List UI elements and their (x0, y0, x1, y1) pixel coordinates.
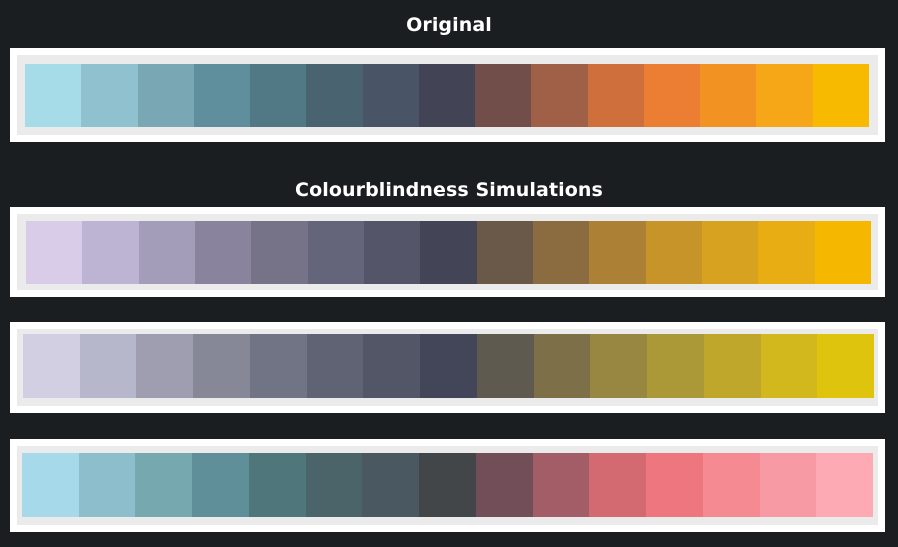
color-swatch (249, 334, 307, 398)
color-swatch (138, 221, 195, 284)
color-swatch (23, 334, 80, 398)
colourblindness-simulations-heading: Colourblindness Simulations (295, 179, 603, 201)
color-swatch (756, 64, 813, 127)
color-swatch (363, 334, 421, 398)
color-swatch (589, 453, 647, 517)
color-swatch (420, 221, 477, 284)
color-swatch (251, 221, 308, 284)
color-swatch (645, 221, 702, 284)
color-swatch (193, 334, 250, 398)
color-swatch (306, 334, 364, 398)
original-palette-card (10, 48, 885, 142)
simulation-3-palette-card (10, 439, 885, 532)
simulation-1-palette-card (10, 207, 885, 297)
color-swatch (643, 64, 701, 127)
color-swatch (533, 334, 591, 398)
color-swatch (759, 453, 817, 517)
color-swatch (79, 334, 137, 398)
color-swatch (701, 221, 759, 284)
color-swatch (816, 453, 874, 517)
color-swatch (475, 64, 532, 127)
original-heading: Original (406, 14, 492, 36)
color-swatch (702, 453, 760, 517)
color-swatch (363, 221, 421, 284)
color-swatch (137, 64, 194, 127)
color-swatch (194, 221, 252, 284)
color-swatch (703, 334, 761, 398)
color-swatch (81, 64, 138, 127)
color-swatch (419, 453, 476, 517)
color-swatch (305, 453, 363, 517)
simulation-1-swatch-row (26, 221, 871, 284)
color-swatch (362, 64, 419, 127)
color-swatch (758, 221, 815, 284)
color-swatch (26, 221, 83, 284)
color-swatch (760, 334, 818, 398)
color-swatch (78, 453, 136, 517)
simulation-3-swatch-row (22, 453, 874, 517)
original-swatch-row (25, 64, 869, 127)
color-swatch (476, 221, 533, 284)
color-swatch (82, 221, 139, 284)
color-swatch (475, 453, 533, 517)
color-swatch (700, 64, 757, 127)
color-swatch (250, 64, 307, 127)
color-swatch (25, 64, 82, 127)
color-swatch (418, 64, 476, 127)
simulation-2-palette-card (10, 322, 885, 413)
color-swatch (22, 453, 79, 517)
color-swatch (476, 334, 534, 398)
color-swatch (587, 64, 644, 127)
color-swatch (589, 221, 646, 284)
color-swatch (531, 64, 588, 127)
color-swatch (193, 64, 251, 127)
color-swatch (420, 334, 477, 398)
color-swatch (814, 221, 871, 284)
color-swatch (817, 334, 875, 398)
color-swatch (590, 334, 648, 398)
color-swatch (248, 453, 306, 517)
color-swatch (647, 334, 704, 398)
simulation-2-swatch-row (23, 334, 875, 398)
color-swatch (192, 453, 249, 517)
color-swatch (362, 453, 420, 517)
color-swatch (306, 64, 363, 127)
color-swatch (532, 221, 590, 284)
color-swatch (135, 453, 193, 517)
color-swatch (307, 221, 364, 284)
color-swatch (812, 64, 869, 127)
color-swatch (136, 334, 194, 398)
color-swatch (646, 453, 703, 517)
color-swatch (532, 453, 590, 517)
